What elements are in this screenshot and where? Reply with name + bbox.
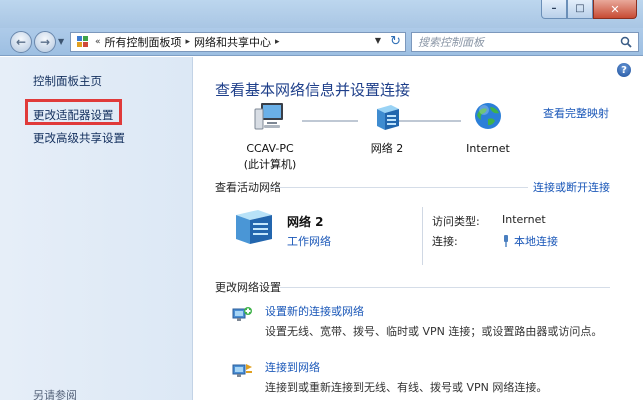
help-icon[interactable]: ? — [617, 63, 631, 77]
computer-icon — [254, 103, 283, 130]
change-settings-heading: 更改网络设置 — [215, 281, 281, 294]
section-divider — [270, 187, 528, 188]
connect-to-network-link[interactable]: 连接到网络 — [265, 359, 320, 375]
setup-connection-description: 设置无线、宽带、拨号、临时或 VPN 连接；或设置路由器或访问点。 — [265, 325, 603, 338]
connection-value: 本地连接 — [502, 233, 558, 249]
address-dropdown-icon[interactable]: ▼ — [375, 36, 381, 45]
back-arrow-icon: ← — [15, 35, 27, 49]
view-full-map-link[interactable]: 查看完整映射 — [543, 105, 609, 121]
search-icon[interactable] — [620, 36, 632, 48]
navigation-bar: ← → ▼ « 所有控制面板项 ▸ 网络和共享中心 ▸ ▼ ↻ 搜索控制面板 — [0, 28, 643, 56]
plug-icon — [504, 235, 508, 247]
network-setup-icon — [232, 307, 252, 321]
breadcrumb-overflow[interactable]: « — [95, 37, 101, 47]
map-node-computer: CCAV-PC (此计算机) — [230, 101, 310, 173]
connection-label: 连接: — [432, 235, 458, 248]
breadcrumb-network-center[interactable]: 网络和共享中心 — [194, 34, 271, 50]
vertical-divider — [422, 207, 423, 265]
map-node-network: 网络 2 — [352, 101, 422, 157]
computer-subtitle: (此计算机) — [243, 158, 297, 171]
title-bar: – □ ✕ — [0, 0, 643, 28]
breadcrumb-separator-icon[interactable]: ▸ — [275, 37, 280, 47]
minimize-button[interactable]: – — [541, 0, 567, 19]
setup-connection-link[interactable]: 设置新的连接或网络 — [265, 303, 364, 319]
section-divider — [280, 287, 610, 288]
network-node-name: 网络 2 — [370, 142, 404, 155]
breadcrumb-all-items[interactable]: 所有控制面板项 — [105, 34, 182, 50]
map-node-internet: Internet — [456, 101, 520, 157]
minimize-icon: – — [551, 3, 557, 14]
sidebar-item-change-adapter-settings[interactable]: 更改适配器设置 — [33, 107, 114, 123]
local-connection-link[interactable]: 本地连接 — [514, 235, 558, 248]
internet-node-name: Internet — [466, 142, 510, 155]
address-bar[interactable]: « 所有控制面板项 ▸ 网络和共享中心 ▸ ▼ ↻ — [70, 32, 406, 52]
sidebar-item-control-panel-home[interactable]: 控制面板主页 — [33, 73, 102, 89]
connect-disconnect-link[interactable]: 连接或断开连接 — [533, 179, 610, 195]
network-icon — [236, 210, 272, 244]
main-content: ? 查看基本网络信息并设置连接 查看完整映射 CCAV-PC (此计算机) 网络… — [194, 57, 643, 400]
network-location-type-link[interactable]: 工作网络 — [287, 233, 331, 249]
search-placeholder: 搜索控制面板 — [418, 36, 484, 49]
maximize-icon: □ — [575, 3, 585, 14]
globe-icon — [475, 103, 501, 129]
active-network-name: 网络 2 — [287, 215, 324, 229]
connect-to-network-description: 连接到或重新连接到无线、有线、拨号或 VPN 网络连接。 — [265, 381, 548, 394]
forward-arrow-icon: → — [39, 35, 51, 49]
recent-pages-dropdown[interactable]: ▼ — [58, 37, 64, 46]
access-type-value: Internet — [502, 213, 546, 226]
maximize-button[interactable]: □ — [567, 0, 593, 19]
sidebar-item-advanced-sharing[interactable]: 更改高级共享设置 — [33, 130, 125, 146]
close-button[interactable]: ✕ — [593, 0, 637, 19]
window-controls: – □ ✕ — [541, 0, 637, 20]
back-button[interactable]: ← — [10, 31, 32, 53]
breadcrumb-separator-icon[interactable]: ▸ — [186, 37, 191, 47]
forward-button[interactable]: → — [34, 31, 56, 53]
access-type-label: 访问类型: — [432, 215, 480, 228]
network-icon — [377, 105, 399, 130]
close-icon: ✕ — [610, 2, 620, 16]
page-title: 查看基本网络信息并设置连接 — [215, 81, 411, 99]
refresh-icon[interactable]: ↻ — [390, 34, 401, 49]
connect-network-icon — [232, 364, 252, 377]
map-connector — [302, 120, 358, 122]
computer-name: CCAV-PC — [246, 142, 294, 155]
search-input[interactable]: 搜索控制面板 — [411, 32, 639, 52]
sidebar: 控制面板主页 更改适配器设置 更改高级共享设置 另请参阅 — [0, 57, 193, 400]
see-also-heading: 另请参阅 — [33, 389, 77, 400]
control-panel-icon — [77, 36, 91, 48]
